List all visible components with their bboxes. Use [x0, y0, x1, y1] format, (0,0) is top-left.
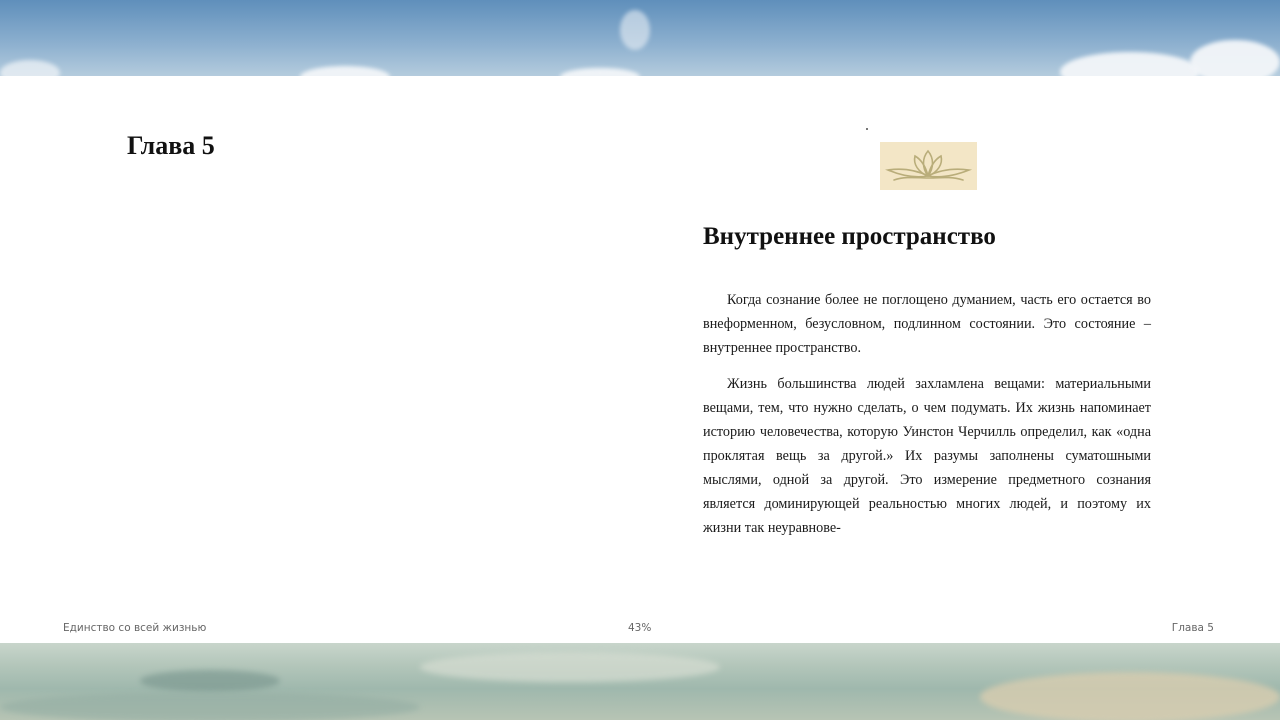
- footer-book-title: Единство со всей жизнью: [63, 622, 207, 634]
- background-sky: [0, 0, 1280, 80]
- paragraph: Жизнь большинства людей захламлена вещам…: [703, 376, 1151, 536]
- footer-chapter-name: Глава 5: [1171, 622, 1214, 634]
- paragraph: Когда сознание более не поглощено думани…: [703, 292, 1151, 356]
- cloud-shape: [620, 10, 650, 50]
- sand-shape: [980, 672, 1280, 720]
- background-sea: [0, 642, 1280, 720]
- reading-progress: 43%: [628, 622, 652, 634]
- sea-shadow-shape: [0, 692, 420, 720]
- lotus-ornament-icon: [880, 142, 977, 190]
- sea-shadow-shape: [140, 670, 280, 692]
- right-page-content: Внутреннее пространство Когда сознание б…: [703, 222, 1151, 552]
- sea-highlight-shape: [420, 652, 720, 682]
- section-title: Внутреннее пространство: [703, 223, 996, 250]
- cloud-shape: [1190, 40, 1280, 80]
- book-page-spread[interactable]: Глава 5 Внутреннее пространство Когда со…: [0, 76, 1280, 643]
- stray-mark: [866, 128, 868, 130]
- lotus-ornament-graphic: [885, 149, 973, 181]
- chapter-heading: Глава 5: [127, 131, 215, 160]
